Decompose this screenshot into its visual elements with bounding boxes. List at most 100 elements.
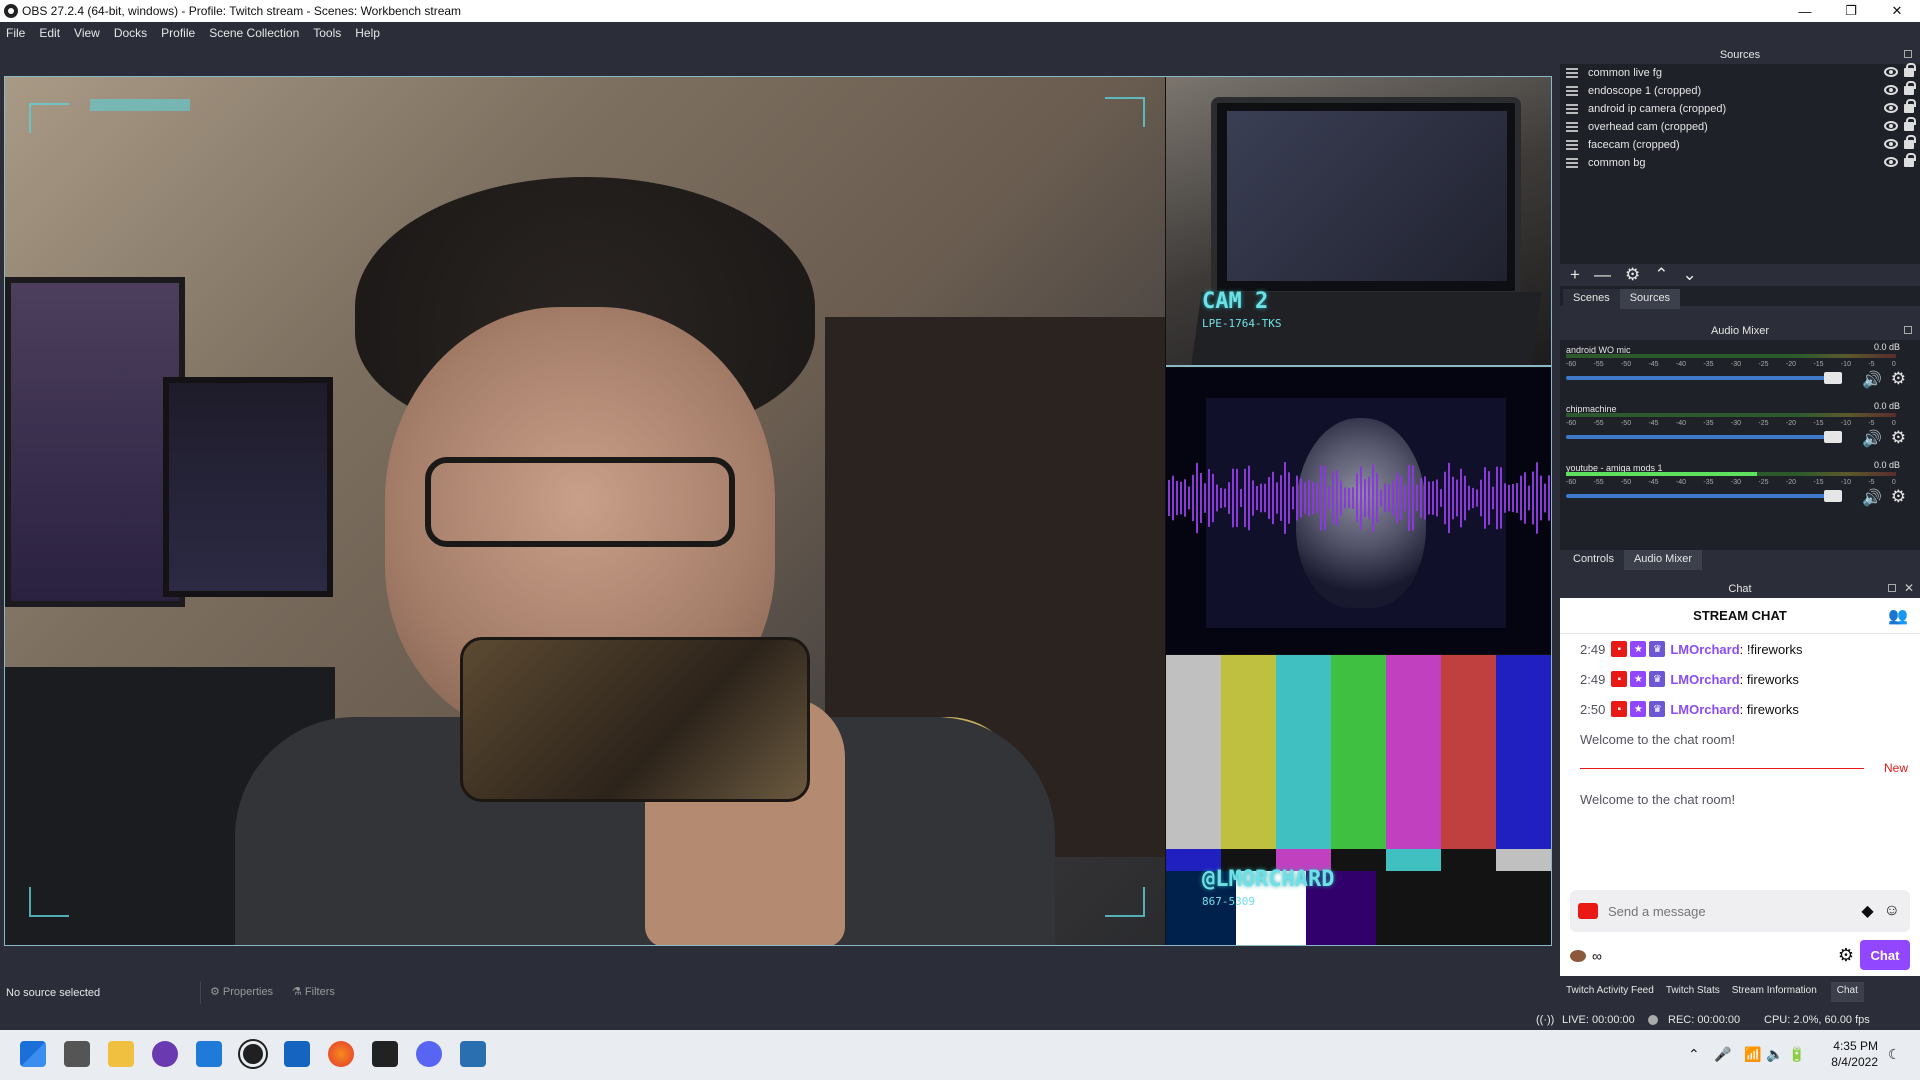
- emote-picker-icon[interactable]: ☺: [1884, 902, 1900, 920]
- source-item[interactable]: facecam (cropped): [1560, 135, 1920, 154]
- battery-icon[interactable]: 🔋: [1788, 1046, 1805, 1063]
- users-icon[interactable]: 👥: [1888, 606, 1908, 626]
- chat-send-button[interactable]: Chat: [1860, 940, 1910, 970]
- discord-icon[interactable]: [416, 1041, 442, 1067]
- tab-twitch-stats[interactable]: Twitch Stats: [1659, 982, 1726, 1002]
- message-username[interactable]: LMOrchard: [1670, 642, 1739, 657]
- terminal-icon[interactable]: [372, 1041, 398, 1067]
- source-settings-icon[interactable]: ⚙: [1625, 265, 1640, 285]
- menu-edit[interactable]: Edit: [39, 26, 60, 40]
- add-source-icon[interactable]: +: [1570, 265, 1580, 285]
- star-badge-icon[interactable]: ★: [1630, 701, 1647, 717]
- chevron-up-icon[interactable]: ⌃: [1688, 1046, 1700, 1063]
- speaker-icon[interactable]: 🔊: [1862, 370, 1882, 390]
- firefox-icon[interactable]: [328, 1041, 354, 1067]
- lock-icon[interactable]: [1904, 117, 1916, 131]
- tab-sources[interactable]: Sources: [1619, 289, 1681, 309]
- move-down-icon[interactable]: ⌄: [1682, 265, 1696, 285]
- source-item[interactable]: endoscope 1 (cropped): [1560, 81, 1920, 100]
- gear-icon[interactable]: ⚙: [1891, 369, 1906, 389]
- tab-stream-information[interactable]: Stream Information: [1725, 982, 1823, 1002]
- source-item[interactable]: common bg: [1560, 153, 1920, 172]
- close-chat-icon[interactable]: ✕: [1904, 581, 1914, 595]
- broadcaster-badge-icon[interactable]: ▪: [1611, 701, 1628, 717]
- visibility-eye-icon[interactable]: [1884, 103, 1898, 113]
- drag-handle-icon[interactable]: [1566, 86, 1578, 96]
- image-viewer-icon[interactable]: [460, 1041, 486, 1067]
- chat-message-input[interactable]: [1608, 903, 1862, 919]
- start-icon[interactable]: [20, 1041, 46, 1067]
- visibility-eye-icon[interactable]: [1884, 67, 1898, 77]
- maximize-button[interactable]: ❐: [1828, 0, 1874, 22]
- source-item[interactable]: common live fg: [1560, 63, 1920, 82]
- file-explorer-icon[interactable]: [108, 1041, 134, 1067]
- remove-source-icon[interactable]: —: [1594, 265, 1611, 285]
- notifications-icon[interactable]: ☾: [1888, 1046, 1901, 1063]
- speaker-icon[interactable]: 🔊: [1862, 429, 1882, 449]
- tab-audio-mixer[interactable]: Audio Mixer: [1623, 550, 1703, 570]
- broadcaster-badge-icon[interactable]: ▪: [1611, 671, 1628, 687]
- tab-controls[interactable]: Controls: [1563, 550, 1624, 570]
- gear-icon[interactable]: ⚙: [1891, 487, 1906, 507]
- channel-points-icon[interactable]: [1570, 950, 1586, 962]
- volume-slider-knob[interactable]: [1824, 372, 1842, 384]
- menu-profile[interactable]: Profile: [161, 26, 195, 40]
- vscode-icon[interactable]: [196, 1041, 222, 1067]
- volume-slider[interactable]: [1566, 494, 1842, 498]
- tab-scenes[interactable]: Scenes: [1563, 289, 1620, 309]
- tab-chat[interactable]: Chat: [1830, 982, 1864, 1002]
- drag-handle-icon[interactable]: [1566, 104, 1578, 114]
- microphone-icon[interactable]: 🎤: [1714, 1046, 1731, 1063]
- crown-badge-icon[interactable]: ♛: [1649, 701, 1666, 717]
- bits-icon[interactable]: ◆: [1861, 901, 1873, 921]
- app-window-icon[interactable]: [284, 1041, 310, 1067]
- menu-help[interactable]: Help: [355, 26, 380, 40]
- visibility-eye-icon[interactable]: [1884, 85, 1898, 95]
- drag-handle-icon[interactable]: [1566, 158, 1578, 168]
- clock[interactable]: 4:35 PM 8/4/2022: [1831, 1038, 1878, 1070]
- source-item[interactable]: overhead cam (cropped): [1560, 117, 1920, 136]
- star-badge-icon[interactable]: ★: [1630, 671, 1647, 687]
- message-username[interactable]: LMOrchard: [1670, 672, 1739, 687]
- task-view-icon[interactable]: [64, 1041, 90, 1067]
- tab-twitch-activity-feed[interactable]: Twitch Activity Feed: [1560, 982, 1660, 1002]
- visibility-eye-icon[interactable]: [1884, 157, 1898, 167]
- volume-slider-knob[interactable]: [1824, 431, 1842, 443]
- crown-badge-icon[interactable]: ♛: [1649, 671, 1666, 687]
- undock-icon[interactable]: [1904, 326, 1912, 334]
- speaker-icon[interactable]: 🔈: [1766, 1046, 1783, 1063]
- filters-button[interactable]: ⚗ Filters: [292, 985, 335, 998]
- preview-canvas[interactable]: CAM 2 LPE-1764-TKS @LMORCHARD 867-5309: [4, 76, 1552, 946]
- move-up-icon[interactable]: ⌃: [1654, 265, 1668, 285]
- source-item[interactable]: android ip camera (cropped): [1560, 99, 1920, 118]
- drag-handle-icon[interactable]: [1566, 122, 1578, 132]
- volume-slider[interactable]: [1566, 435, 1842, 439]
- menu-tools[interactable]: Tools: [313, 26, 341, 40]
- volume-slider[interactable]: [1566, 376, 1842, 380]
- menu-scene-collection[interactable]: Scene Collection: [209, 26, 299, 40]
- lock-icon[interactable]: [1904, 81, 1916, 95]
- lock-icon[interactable]: [1904, 153, 1916, 167]
- message-username[interactable]: LMOrchard: [1670, 702, 1739, 717]
- menu-view[interactable]: View: [74, 26, 100, 40]
- obsidian-icon[interactable]: [152, 1041, 178, 1067]
- star-badge-icon[interactable]: ★: [1630, 641, 1647, 657]
- close-button[interactable]: ✕: [1874, 0, 1920, 22]
- wifi-icon[interactable]: 📶: [1744, 1046, 1761, 1063]
- lock-icon[interactable]: [1904, 135, 1916, 149]
- crown-badge-icon[interactable]: ♛: [1649, 641, 1666, 657]
- drag-handle-icon[interactable]: [1566, 140, 1578, 150]
- broadcaster-badge-icon[interactable]: ▪: [1611, 641, 1628, 657]
- visibility-eye-icon[interactable]: [1884, 121, 1898, 131]
- undock-icon[interactable]: [1904, 50, 1912, 58]
- minimize-button[interactable]: —: [1782, 0, 1828, 22]
- menu-file[interactable]: File: [6, 26, 25, 40]
- drag-handle-icon[interactable]: [1566, 68, 1578, 78]
- gear-icon[interactable]: ⚙: [1891, 428, 1906, 448]
- speaker-icon[interactable]: 🔊: [1862, 488, 1882, 508]
- menu-docks[interactable]: Docks: [114, 26, 147, 40]
- lock-icon[interactable]: [1904, 99, 1916, 113]
- obs-taskbar-icon[interactable]: [240, 1041, 266, 1067]
- chat-settings-icon[interactable]: ⚙: [1838, 945, 1854, 966]
- properties-button[interactable]: ⚙ Properties: [210, 985, 273, 998]
